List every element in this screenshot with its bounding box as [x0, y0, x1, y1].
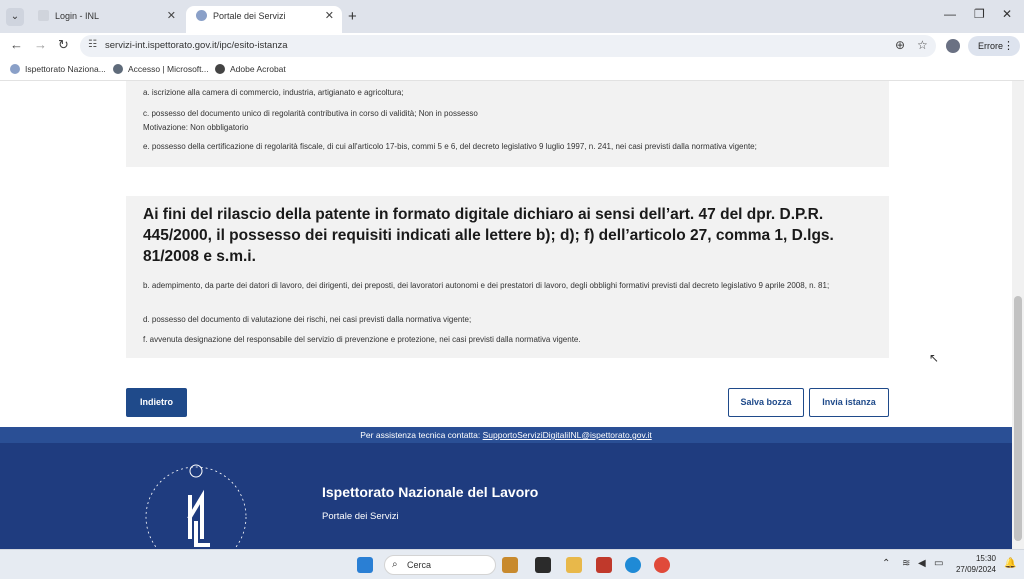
wifi-icon[interactable]: ≋	[902, 558, 910, 569]
volume-icon[interactable]: ◀	[918, 558, 926, 569]
file-explorer-icon[interactable]	[566, 557, 582, 573]
address-bar[interactable]: ☷ servizi-int.ispettorato.gov.it/ipc/esi…	[80, 35, 936, 57]
terminal-icon[interactable]	[535, 557, 551, 573]
requirements-panel-1: a. iscrizione alla camera di commercio, …	[126, 81, 889, 167]
profile-avatar-icon[interactable]	[946, 39, 960, 53]
save-draft-button[interactable]: Salva bozza	[728, 388, 804, 417]
bookmark-adobe[interactable]: Adobe Acrobat	[215, 64, 286, 74]
menu-dots-icon[interactable]: ⋮	[1003, 36, 1014, 56]
taskbar: ⌕ Cerca ⌃ ≋ ◀ ▭ 15:30 27/09/2024 🔔	[0, 549, 1024, 579]
tab-search-chevron-icon[interactable]: ⌄	[6, 8, 24, 26]
bookmark-ispettorato[interactable]: Ispettorato Naziona...	[10, 64, 106, 74]
briefcase-icon[interactable]	[502, 557, 518, 573]
browser-tab-strip: ⌄ Login - INL ✕ Portale dei Servizi ✕ + …	[0, 0, 1024, 33]
org-name: Ispettorato Nazionale del Lavoro	[322, 484, 539, 500]
submit-application-button[interactable]: Invia istanza	[809, 388, 889, 417]
tab-label: Portale dei Servizi	[213, 11, 286, 21]
search-placeholder: Cerca	[407, 560, 432, 570]
site-settings-icon[interactable]: ☷	[88, 39, 97, 50]
support-bar: Per assistenza tecnica contatta: Support…	[0, 427, 1012, 443]
declaration-heading: Ai fini del rilascio della patente in fo…	[143, 206, 834, 265]
new-tab-icon[interactable]: +	[348, 8, 357, 25]
bookmark-label: Ispettorato Naziona...	[25, 64, 106, 74]
forward-arrow-icon[interactable]: →	[34, 37, 47, 52]
inl-favicon-icon	[196, 10, 207, 21]
zoom-icon[interactable]: ⊕	[895, 38, 905, 52]
bookmark-label: Accesso | Microsoft...	[128, 64, 209, 74]
profile-error-button[interactable]: Errore ⋮	[968, 36, 1020, 56]
page-icon	[38, 10, 49, 21]
close-tab-icon[interactable]: ✕	[325, 6, 334, 27]
org-subtitle: Portale dei Servizi	[322, 511, 399, 522]
system-clock[interactable]: 15:30 27/09/2024	[950, 553, 996, 575]
restore-icon[interactable]: ❐	[974, 7, 985, 21]
back-button[interactable]: Indietro	[126, 388, 187, 417]
tab-label: Login - INL	[55, 11, 100, 21]
clock-date: 27/09/2024	[955, 565, 996, 574]
bookmarks-bar: Ispettorato Naziona... Accesso | Microso…	[0, 59, 1024, 81]
search-icon: ⌕	[392, 559, 398, 570]
requirement-item: c. possesso del documento unico di regol…	[143, 109, 478, 118]
tray-chevron-icon[interactable]: ⌃	[882, 558, 890, 569]
back-arrow-icon[interactable]: ←	[10, 37, 23, 52]
inl-logo-icon	[145, 464, 247, 549]
windows-start-icon[interactable]	[357, 557, 373, 573]
tab-portale-servizi[interactable]: Portale dei Servizi ✕	[186, 6, 342, 33]
inl-favicon-icon	[10, 64, 20, 74]
taskbar-search[interactable]: ⌕ Cerca	[384, 555, 496, 575]
requirement-item: b. adempimento, da parte dei datori di l…	[143, 281, 830, 290]
globe-icon	[215, 64, 225, 74]
requirement-motivation: Motivazione: Non obbligatorio	[143, 123, 249, 132]
google-icon	[113, 64, 123, 74]
bookmark-star-icon[interactable]: ☆	[917, 38, 928, 52]
close-window-icon[interactable]: ✕	[1002, 7, 1012, 21]
support-text: Per assistenza tecnica contatta:	[360, 430, 483, 440]
page-content: a. iscrizione alla camera di commercio, …	[0, 81, 1012, 549]
browser-toolbar: ← → ↻ ☷ servizi-int.ispettorato.gov.it/i…	[0, 33, 1024, 59]
scroll-thumb[interactable]	[1014, 296, 1022, 541]
requirement-item: f. avvenuta designazione del responsabil…	[143, 335, 581, 344]
edge-browser-icon[interactable]	[625, 557, 641, 573]
requirements-panel-2: Ai fini del rilascio della patente in fo…	[126, 196, 889, 358]
chrome-browser-icon[interactable]	[654, 557, 670, 573]
site-footer: Ispettorato Nazionale del Lavoro Portale…	[0, 443, 1012, 549]
requirement-item: d. possesso del documento di valutazione…	[143, 315, 472, 324]
mouse-cursor-icon: ↖	[929, 351, 940, 365]
reload-icon[interactable]: ↻	[58, 37, 69, 53]
support-email-link[interactable]: SupportoServiziDigitaliINL@ispettorato.g…	[483, 430, 652, 440]
app-icon[interactable]	[596, 557, 612, 573]
profile-status-label: Errore	[978, 41, 1004, 51]
bookmark-microsoft[interactable]: Accesso | Microsoft...	[113, 64, 209, 74]
page-scrollbar[interactable]	[1012, 81, 1024, 549]
requirement-item: a. iscrizione alla camera di commercio, …	[143, 88, 404, 97]
requirement-item: e. possesso della certificazione di rego…	[143, 142, 757, 151]
minimize-icon[interactable]: —	[944, 7, 956, 21]
url-text[interactable]: servizi-int.ispettorato.gov.it/ipc/esito…	[105, 40, 288, 51]
tab-login-inl[interactable]: Login - INL ✕	[28, 6, 184, 33]
bookmark-label: Adobe Acrobat	[230, 64, 286, 74]
close-tab-icon[interactable]: ✕	[167, 6, 176, 27]
battery-icon[interactable]: ▭	[934, 558, 943, 569]
notification-bell-icon[interactable]: 🔔	[1004, 558, 1016, 569]
clock-time: 15:30	[975, 554, 996, 563]
